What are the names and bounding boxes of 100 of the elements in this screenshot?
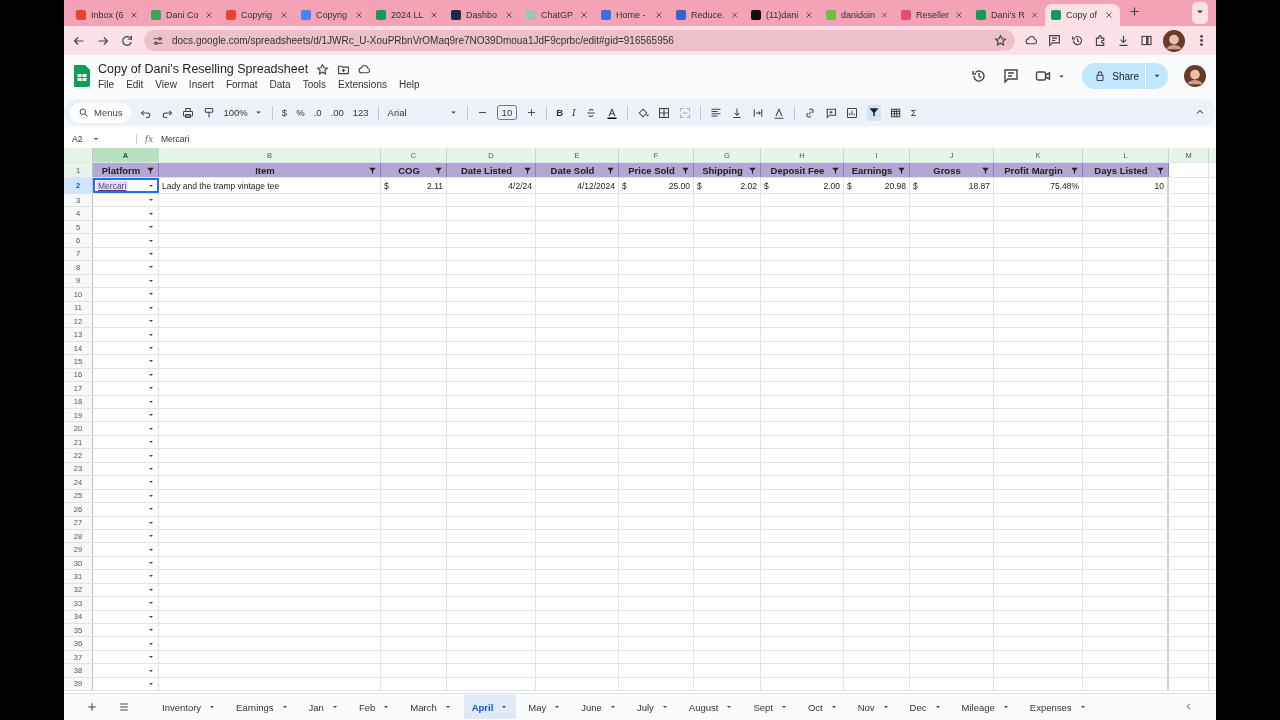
filter-icon[interactable] xyxy=(897,166,906,175)
close-icon[interactable] xyxy=(1104,10,1114,20)
close-icon[interactable] xyxy=(579,10,589,20)
menu-item[interactable]: File xyxy=(98,79,121,90)
filter-icon[interactable] xyxy=(434,166,443,175)
filter-icon[interactable] xyxy=(981,166,990,175)
close-icon[interactable] xyxy=(354,10,364,20)
number-format-button[interactable]: 123 xyxy=(352,107,369,118)
merge-cells-icon[interactable] xyxy=(678,106,691,119)
browser-tab[interactable]: ChatGP xyxy=(520,4,595,26)
browser-tab[interactable]: Dani Co xyxy=(145,4,220,26)
paint-format-icon[interactable] xyxy=(202,106,215,119)
share-button[interactable]: Share xyxy=(1082,63,1168,89)
sheet-tab[interactable]: Nov xyxy=(849,695,898,719)
sheet-tab[interactable]: Inventory xyxy=(154,695,225,719)
menu-item[interactable]: Edit xyxy=(126,79,150,90)
close-icon[interactable] xyxy=(279,10,289,20)
vertical-align-icon[interactable] xyxy=(730,106,743,119)
filter-icon[interactable] xyxy=(606,166,615,175)
download-icon[interactable] xyxy=(1117,34,1130,47)
sheet-tab[interactable]: March xyxy=(402,695,460,719)
star-icon[interactable] xyxy=(994,34,1007,47)
text-rotation-icon[interactable] xyxy=(772,106,785,119)
table-icon[interactable] xyxy=(889,106,902,119)
menu-item[interactable]: Format xyxy=(225,79,264,90)
filter-icon[interactable] xyxy=(146,166,155,175)
add-comment-icon[interactable] xyxy=(824,106,837,119)
close-icon[interactable] xyxy=(204,10,214,20)
font-dropdown[interactable]: Arial xyxy=(387,107,458,118)
strikethrough-icon[interactable] xyxy=(584,106,597,119)
sheet-tab[interactable]: Sept xyxy=(745,695,796,719)
close-icon[interactable] xyxy=(804,10,814,20)
number-format-button[interactable]: .00 xyxy=(330,107,344,118)
video-icon[interactable] xyxy=(1035,68,1052,84)
sheet-tab[interactable]: July xyxy=(628,695,677,719)
browser-tab[interactable]: Inbox (6 xyxy=(70,4,145,26)
italic-button[interactable]: I xyxy=(572,107,576,118)
sum-function-button[interactable]: Σ xyxy=(910,107,917,118)
sheet-tab[interactable]: May xyxy=(520,695,570,719)
sheet-tab[interactable]: Feb xyxy=(350,695,399,719)
sheet-tab[interactable]: Expenses xyxy=(1021,695,1095,719)
sheet-tab[interactable]: Jan xyxy=(300,695,347,719)
add-sheet-icon[interactable] xyxy=(86,701,98,713)
filter-icon[interactable] xyxy=(681,166,690,175)
menu-item[interactable]: Tools xyxy=(302,79,333,90)
close-icon[interactable] xyxy=(504,10,514,20)
all-sheets-icon[interactable] xyxy=(118,701,130,713)
browser-tab[interactable]: Dani's R xyxy=(970,4,1045,26)
number-format-button[interactable]: .0 xyxy=(313,107,322,118)
menu-item[interactable]: View xyxy=(155,79,183,90)
filter-icon[interactable] xyxy=(831,166,840,175)
plus-icon[interactable] xyxy=(1128,5,1141,18)
browser-tab[interactable]: Home - xyxy=(595,4,670,26)
comment-icon[interactable] xyxy=(1003,68,1020,84)
menu-item[interactable]: Data xyxy=(269,79,297,90)
browser-tab[interactable]: Copyrig xyxy=(295,4,370,26)
menu-item[interactable]: Help xyxy=(398,79,426,90)
document-title[interactable]: Copy of Dani's Reselling Spreadsheet xyxy=(98,62,309,76)
filter-icon[interactable] xyxy=(368,166,377,175)
address-bar[interactable]: docs.google.com/spreadsheets/d/1JWRc_U-XouPRbnVrOMaq9re7NO39Dmoua1JdF9cprbc/edit#gid=916565956 xyxy=(144,30,1015,51)
filter-icon[interactable] xyxy=(867,105,880,118)
text-color-icon[interactable] xyxy=(605,106,618,119)
browser-tab[interactable]: Copy of xyxy=(1045,4,1120,26)
filter-icon[interactable] xyxy=(1070,166,1079,175)
print-icon[interactable] xyxy=(181,106,194,119)
plus-icon[interactable] xyxy=(526,107,538,118)
filter-icon[interactable] xyxy=(523,166,532,175)
site-settings-icon[interactable] xyxy=(152,34,164,47)
close-icon[interactable] xyxy=(954,10,964,20)
number-format-button[interactable]: % xyxy=(296,107,305,118)
name-box[interactable]: A2 xyxy=(72,133,83,144)
close-icon[interactable] xyxy=(129,10,139,20)
font-size-field[interactable]: 10 xyxy=(496,105,518,120)
close-icon[interactable] xyxy=(429,10,439,20)
zoom-dropdown[interactable]: 100% xyxy=(223,107,263,118)
menu-search-field[interactable]: Menus xyxy=(70,102,131,123)
reload-icon[interactable] xyxy=(120,33,134,48)
sheet-tab[interactable]: Oct xyxy=(799,695,846,719)
browser-tab[interactable]: Copyrig xyxy=(220,4,295,26)
browser-tab[interactable]: Reduce. xyxy=(670,4,745,26)
number-format-button[interactable]: $ xyxy=(281,107,288,118)
bold-button[interactable]: B xyxy=(556,107,564,118)
sheet-tab[interactable]: Dec xyxy=(901,695,950,719)
chart-icon[interactable] xyxy=(845,106,858,119)
browser-tab[interactable]: Reseller xyxy=(895,4,970,26)
filter-icon[interactable] xyxy=(748,166,757,175)
link-icon[interactable] xyxy=(803,106,816,119)
puzzle-icon[interactable] xyxy=(1094,34,1107,47)
browser-tab[interactable]: 2024 LL xyxy=(370,4,445,26)
align-icon[interactable] xyxy=(709,106,722,119)
star-icon[interactable] xyxy=(316,62,330,76)
browser-tab[interactable]: danidoin xyxy=(820,4,895,26)
close-icon[interactable] xyxy=(654,10,664,20)
dropdown-chip[interactable]: Mercari xyxy=(96,180,129,191)
browser-tab[interactable]: Dashbo xyxy=(445,4,520,26)
browser-tab[interactable]: (11)dani xyxy=(745,4,820,26)
borders-icon[interactable] xyxy=(657,106,670,119)
filter-icon[interactable] xyxy=(1156,166,1165,175)
formula-field[interactable]: Mercari xyxy=(160,133,190,144)
profile-avatar[interactable] xyxy=(1163,29,1185,52)
